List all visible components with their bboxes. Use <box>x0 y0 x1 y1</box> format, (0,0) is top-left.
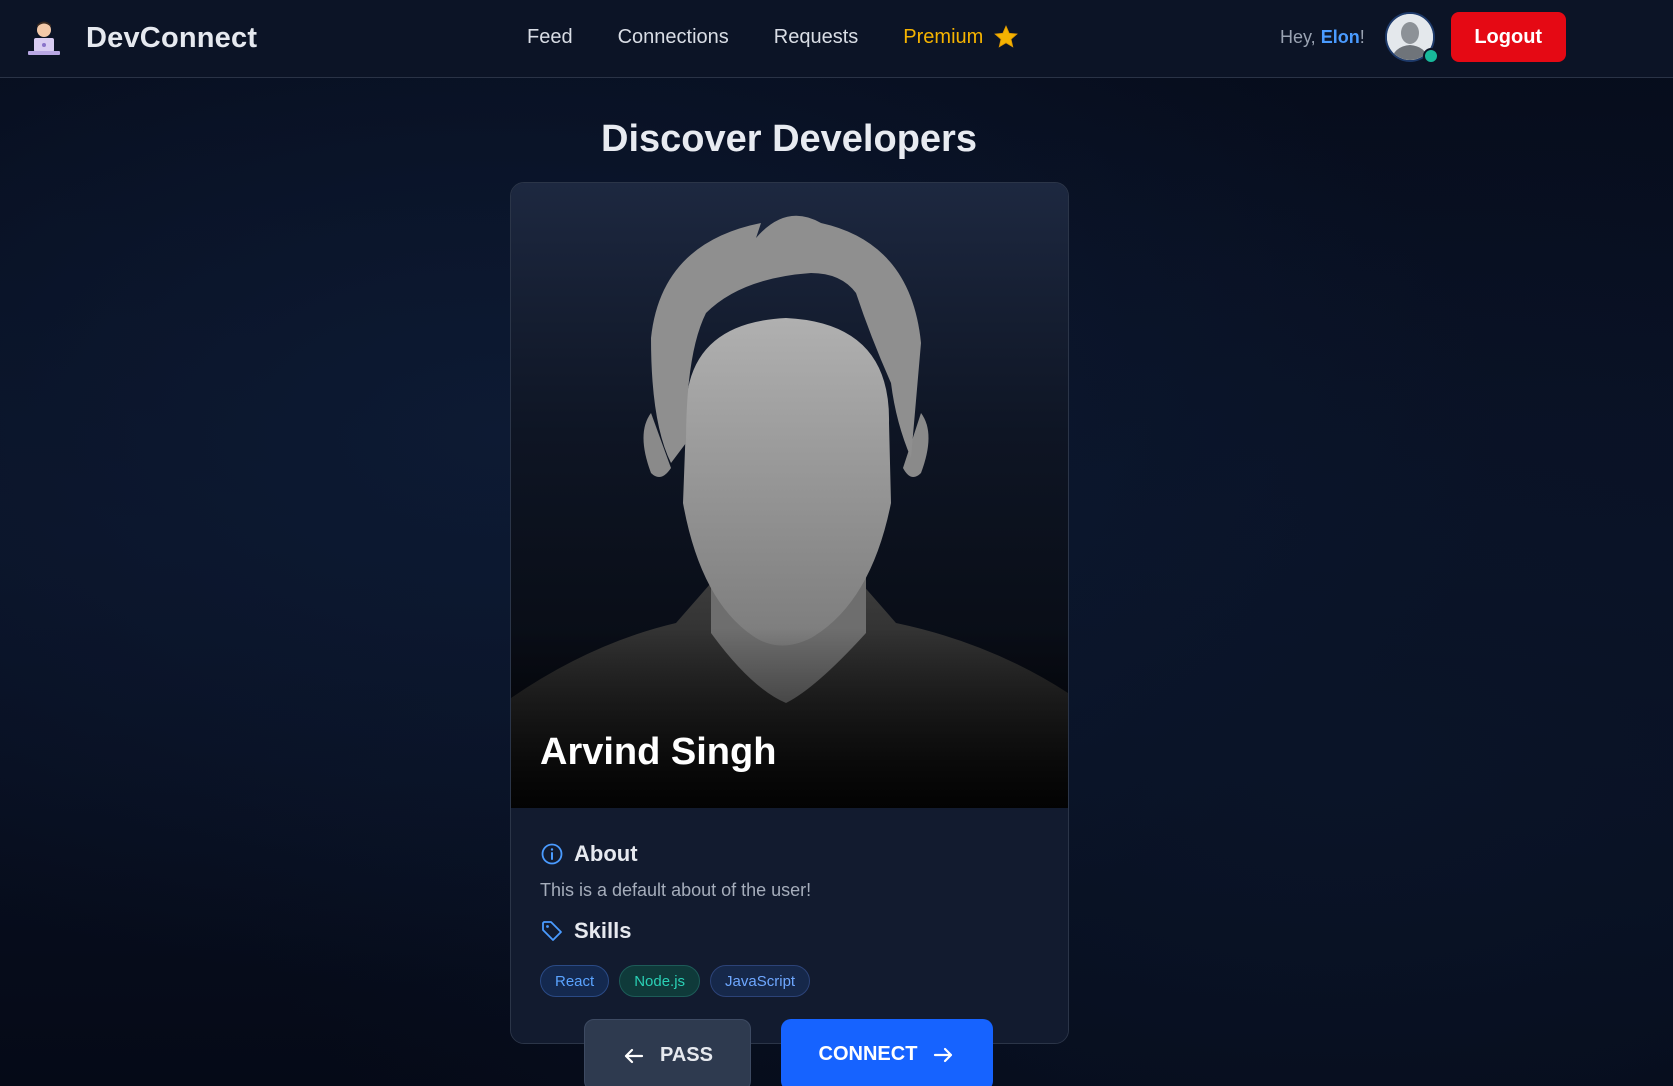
info-icon <box>540 842 564 866</box>
online-status-dot <box>1422 48 1439 64</box>
default-user-silhouette: Arvind Singh <box>511 183 1068 808</box>
greeting-suffix: ! <box>1359 26 1365 47</box>
skills-heading-label: Skills <box>574 918 632 943</box>
skill-badge: JavaScript <box>710 965 811 997</box>
page-title: Discover Developers <box>601 118 977 160</box>
nav-link-connections[interactable]: Connections <box>618 26 729 49</box>
logout-button[interactable]: Logout <box>1450 12 1566 62</box>
nav-link-feed[interactable]: Feed <box>527 26 573 49</box>
skills-list: React Node.js JavaScript <box>540 965 820 997</box>
user-area: Hey, Elon! Logout <box>1280 12 1566 64</box>
pass-button[interactable]: PASS <box>584 1019 751 1086</box>
skills-heading: Skills <box>540 918 631 944</box>
arrow-left-icon <box>622 1044 646 1068</box>
developer-laptop-icon <box>24 18 64 58</box>
tag-icon <box>540 919 564 943</box>
brand[interactable]: DevConnect <box>24 18 257 58</box>
nav-link-premium[interactable]: Premium <box>903 26 983 49</box>
photo-shade <box>511 628 1068 808</box>
nav-links: Feed Connections Requests Premium <box>527 24 1019 50</box>
star-icon <box>993 24 1019 50</box>
connect-label: CONNECT <box>818 1043 918 1065</box>
nav-link-requests[interactable]: Requests <box>774 26 859 49</box>
user-avatar[interactable] <box>1384 12 1439 64</box>
about-heading: About <box>540 841 638 867</box>
connect-button[interactable]: CONNECT <box>781 1019 993 1086</box>
profile-details: About This is a default about of the use… <box>511 808 1068 1043</box>
greeting-prefix: Hey, <box>1280 26 1321 47</box>
user-greeting: Hey, Elon! <box>1280 27 1365 48</box>
skill-badge: Node.js <box>619 965 701 997</box>
top-navbar: DevConnect Feed Connections Requests Pre… <box>0 0 1673 78</box>
greeting-username: Elon <box>1320 26 1360 47</box>
about-text: This is a default about of the user! <box>540 880 812 900</box>
skill-badge: React <box>540 965 610 997</box>
pass-label: PASS <box>660 1044 713 1066</box>
brand-name: DevConnect <box>86 21 258 54</box>
profile-card: Arvind Singh About This is a default abo… <box>510 182 1069 1044</box>
about-heading-label: About <box>574 841 638 866</box>
arrow-right-icon <box>931 1043 955 1067</box>
profile-name: Arvind Singh <box>540 731 777 773</box>
